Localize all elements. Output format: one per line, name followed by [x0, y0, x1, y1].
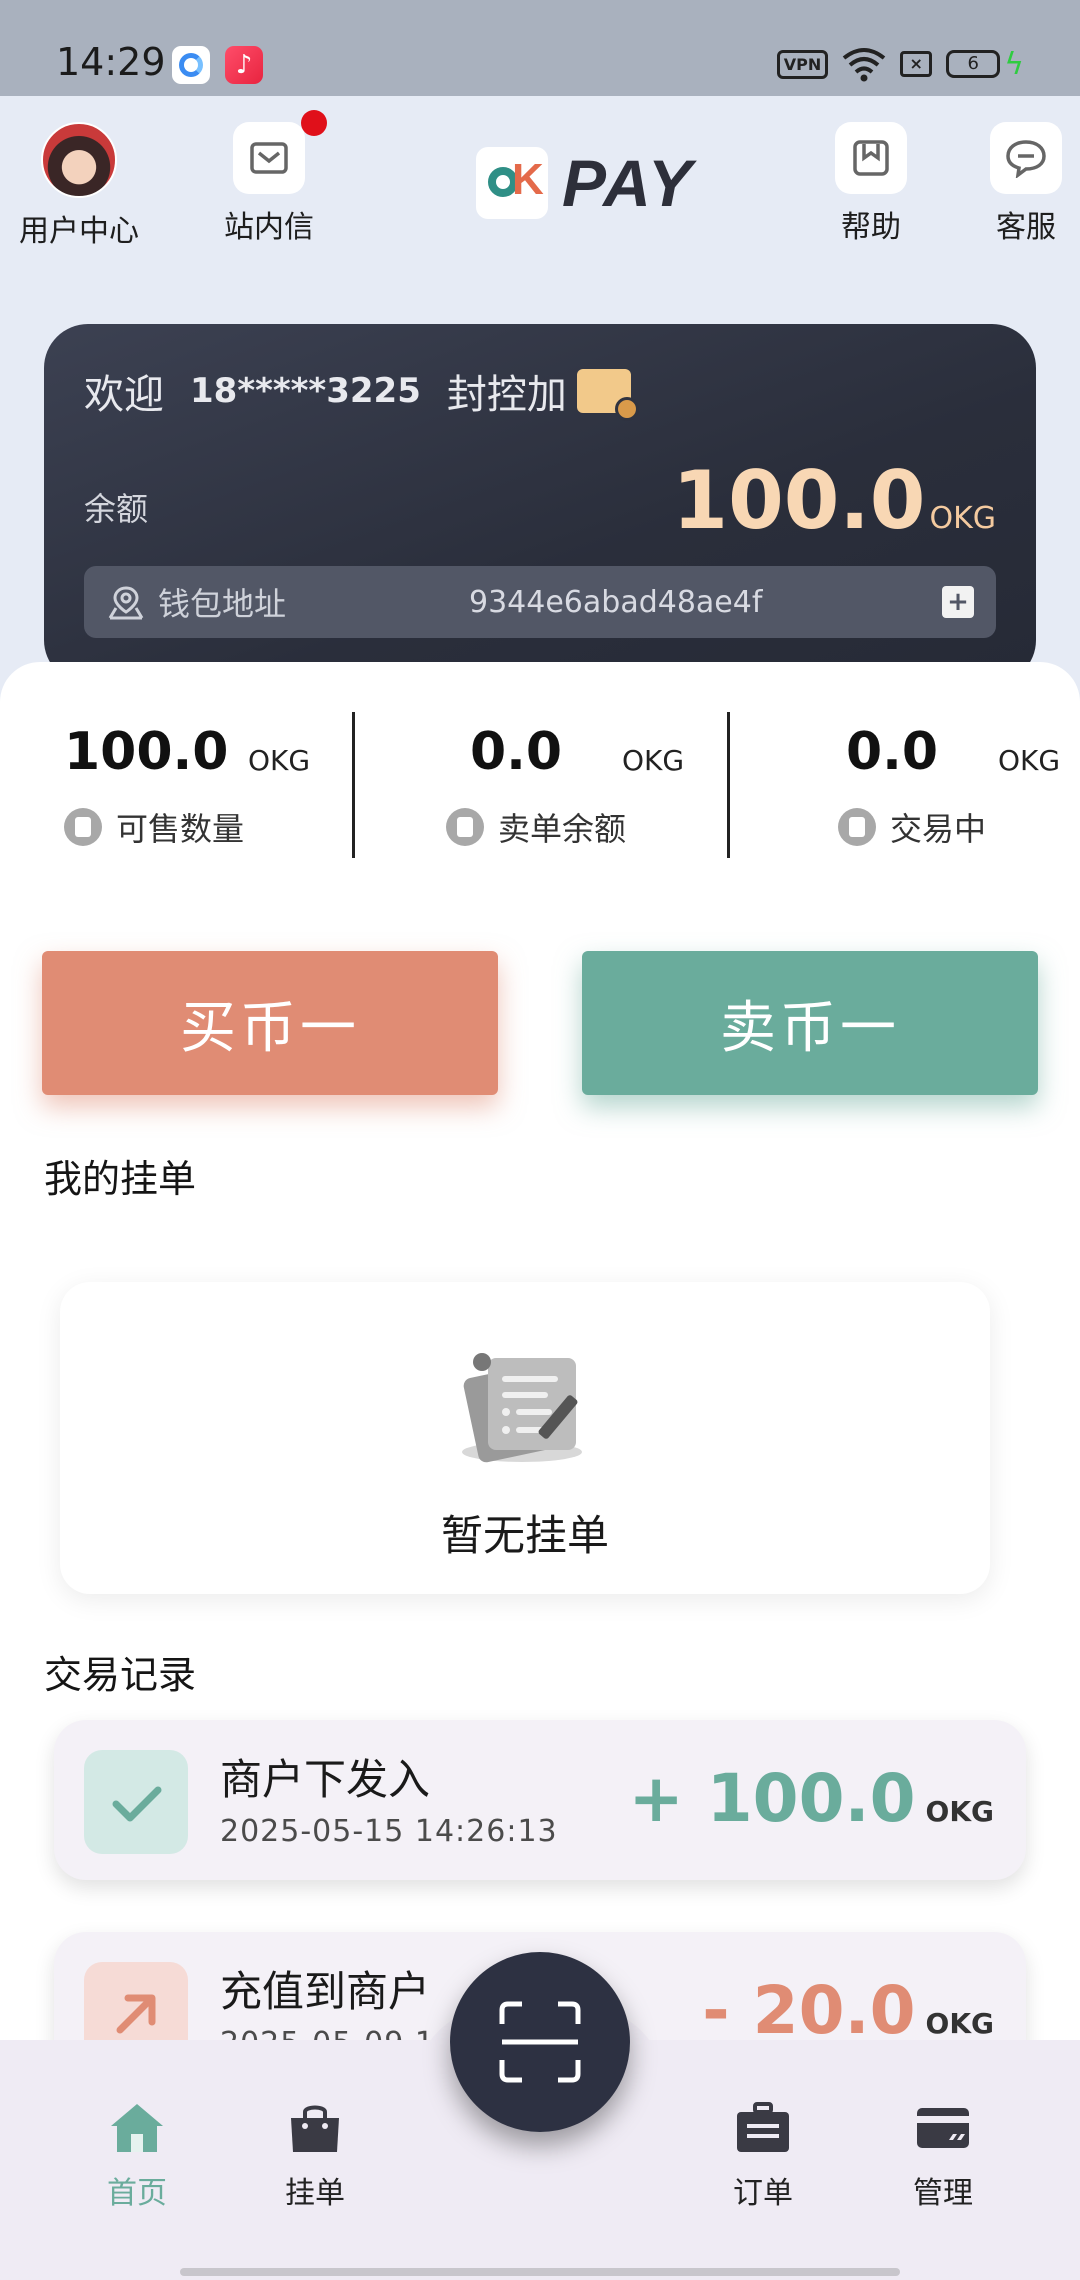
status-icons: VPN × 6 ϟ	[776, 42, 1024, 86]
stat-value: 100.0	[64, 722, 229, 782]
stat-label: 交易中	[890, 810, 987, 848]
help-label: 帮助	[841, 210, 901, 245]
nav-manage-label: 管理	[913, 2176, 973, 2211]
app-logo: K PAY	[476, 145, 694, 221]
user-center-label: 用户中心	[19, 214, 139, 249]
account-card: 欢迎 18*****3225 封控加 余额 100.0 OKG 钱包地址 934…	[44, 324, 1036, 684]
empty-document-icon	[462, 1353, 582, 1463]
wallet-address: 9344e6abad48ae4f	[469, 584, 763, 620]
stat-unit: OKG	[622, 744, 685, 777]
scan-button[interactable]	[450, 1952, 630, 2132]
help-button[interactable]: 帮助	[796, 122, 946, 246]
empty-orders-text: 暂无挂单	[440, 1511, 609, 1560]
sim-off-icon: ×	[900, 51, 933, 77]
chat-bubble-icon	[990, 122, 1062, 194]
briefcase-icon	[737, 2102, 789, 2152]
transactions-title: 交易记录	[44, 1653, 197, 1697]
bookmark-icon	[835, 122, 907, 194]
nav-listing-label: 挂单	[285, 2176, 345, 2211]
logo-text: PAY	[562, 146, 694, 220]
buy-coin-button[interactable]: 买币一	[42, 951, 498, 1095]
support-label: 客服	[996, 210, 1056, 245]
transaction-amount: - 20.0 OKG	[702, 1972, 994, 2049]
my-orders-title: 我的挂单	[44, 1157, 197, 1201]
status-bar: 14:29 ♪ VPN × 6 ϟ	[0, 0, 1080, 96]
stat-label: 可售数量	[116, 810, 245, 848]
battery-icon: 6	[946, 50, 1001, 78]
balance-value: 100.0 OKG	[672, 454, 996, 547]
status-time: 14:29	[56, 40, 166, 84]
welcome-text: 欢迎	[84, 372, 164, 418]
vpn-icon: VPN	[776, 49, 829, 79]
stat-label: 卖单余额	[498, 810, 627, 848]
copy-icon[interactable]: +	[942, 586, 974, 618]
transaction-amount-value: - 20.0	[702, 1972, 916, 2049]
divider	[727, 712, 730, 858]
home-indicator[interactable]	[180, 2268, 900, 2276]
nav-home-label: 首页	[107, 2176, 167, 2211]
nav-orders[interactable]: 订单	[698, 2102, 828, 2212]
stat-value: 0.0	[846, 722, 939, 782]
transaction-unit: OKG	[925, 1795, 994, 1828]
check-icon	[84, 1750, 188, 1854]
mail-icon	[233, 110, 327, 194]
user-center-button[interactable]: 用户中心	[4, 122, 154, 250]
stat-label-row: 交易中	[838, 804, 1080, 850]
sell-coin-button[interactable]: 卖币一	[582, 951, 1038, 1095]
transaction-unit: OKG	[925, 2007, 994, 2040]
transaction-row[interactable]: 商户下发入 2025-05-15 14:26:13 + 100.0 OKG	[54, 1720, 1026, 1880]
inbox-button[interactable]: 站内信	[194, 110, 344, 246]
transaction-title: 充值到商户	[220, 1967, 431, 2016]
phone-number: 18*****3225	[190, 371, 421, 411]
transaction-amount: + 100.0 OKG	[628, 1760, 994, 1837]
nav-home[interactable]: 首页	[72, 2102, 202, 2212]
music-app-icon: ♪	[225, 46, 263, 84]
browser-app-icon	[172, 46, 210, 84]
balance-unit: OKG	[929, 501, 996, 536]
account-tag: 封控加	[446, 372, 567, 418]
transaction-time: 2025-05-15 14:26:13	[220, 1814, 558, 1849]
support-button[interactable]: 客服	[951, 122, 1080, 246]
stat-trading: 0.0 OKG 交易中	[838, 722, 1080, 850]
home-icon	[111, 2104, 163, 2152]
stat-value: 0.0	[470, 722, 563, 782]
nav-orders-label: 订单	[733, 2176, 793, 2211]
avatar	[41, 122, 117, 198]
id-card-icon[interactable]	[576, 369, 639, 421]
stat-unit: OKG	[248, 744, 311, 777]
transaction-title: 商户下发入	[220, 1755, 431, 1804]
nav-listing[interactable]: 挂单	[250, 2102, 380, 2212]
wallet-label: 钱包地址	[158, 585, 287, 623]
location-icon	[108, 586, 144, 620]
printer-icon	[838, 808, 876, 846]
stat-unit: OKG	[998, 744, 1061, 777]
unread-badge	[301, 110, 327, 136]
charging-icon: ϟ	[1004, 46, 1024, 82]
wallet-address-bar[interactable]: 钱包地址 9344e6abad48ae4f +	[84, 566, 996, 638]
divider	[352, 712, 355, 858]
welcome-line: 欢迎 18*****3225 封控加	[84, 362, 639, 421]
receipt-icon	[64, 808, 102, 846]
ok-logo-icon: K	[476, 147, 548, 219]
nav-manage[interactable]: 管理	[878, 2102, 1008, 2212]
balance-label: 余额	[84, 490, 149, 528]
balance-number: 100.0	[672, 454, 926, 547]
wifi-icon	[842, 48, 886, 82]
document-icon	[446, 808, 484, 846]
stat-label-row: 卖单余额	[446, 804, 786, 850]
stat-sell-balance: 0.0 OKG 卖单余额	[446, 722, 786, 850]
shopping-bag-icon	[291, 2105, 339, 2152]
scan-icon	[499, 2001, 581, 2083]
credit-card-icon	[917, 2108, 969, 2148]
inbox-label: 站内信	[224, 210, 314, 245]
transaction-amount-value: + 100.0	[628, 1760, 916, 1837]
